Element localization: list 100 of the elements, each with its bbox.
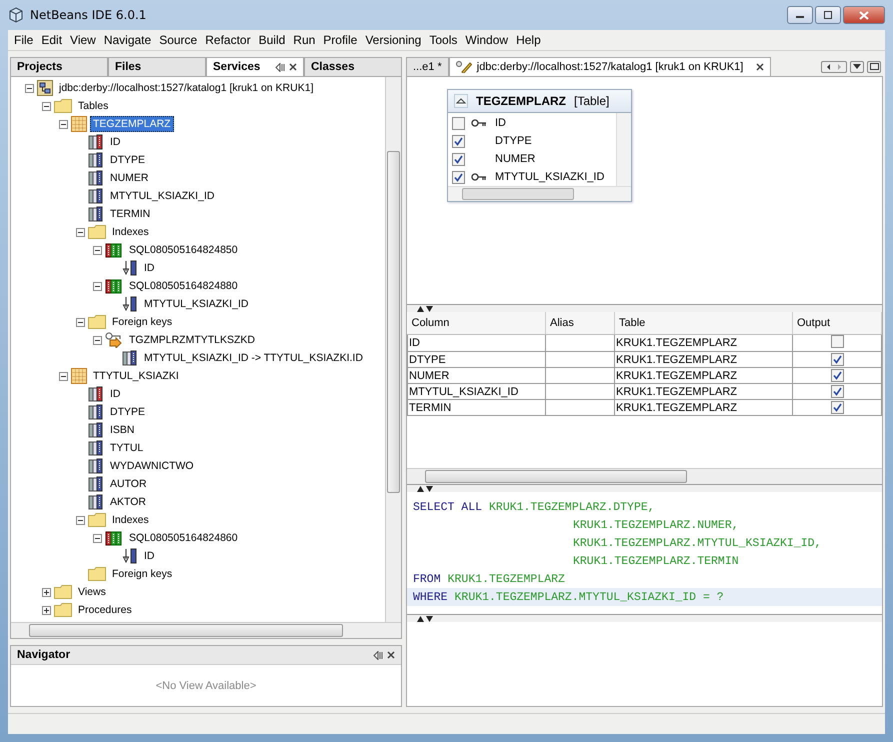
maximize-button[interactable]	[815, 6, 841, 24]
tree-item[interactable]: Indexes	[109, 224, 152, 240]
tree-item[interactable]: WYDAWNICTWO	[107, 458, 197, 474]
panel-tab[interactable]: Classes	[304, 57, 402, 76]
menu-item[interactable]: Navigate	[100, 33, 156, 47]
tree-item[interactable]: ID	[107, 386, 124, 402]
menu-item[interactable]: Tools	[425, 33, 462, 47]
menu-item[interactable]: Refactor	[201, 33, 255, 47]
tree-item[interactable]: SQL080505164824860	[126, 530, 241, 546]
column-header[interactable]: Alias	[546, 312, 614, 334]
minimize-icon[interactable]	[275, 62, 285, 72]
close-icon[interactable]	[387, 650, 395, 658]
column-header[interactable]: Output	[792, 312, 882, 334]
minus-box-icon[interactable]	[59, 372, 68, 380]
column-header[interactable]: Table	[614, 312, 792, 334]
tree-item[interactable]: Procedures	[75, 602, 135, 618]
vertical-scrollbar[interactable]	[385, 77, 401, 622]
minus-box-icon[interactable]	[76, 228, 85, 236]
menu-item[interactable]: Versioning	[361, 33, 426, 47]
key-icon	[471, 173, 487, 181]
horizontal-scrollbar[interactable]	[448, 186, 631, 201]
tree-item[interactable]: Foreign keys	[109, 314, 176, 330]
tree-item[interactable]: TYTUL	[107, 440, 146, 456]
tree-item[interactable]: jdbc:derby://localhost:1527/katalog1 [kruk1 on KRUK1]	[56, 80, 316, 96]
tree-item[interactable]: AKTOR	[107, 494, 149, 510]
minus-box-icon[interactable]	[93, 246, 102, 254]
tree-item[interactable]: AUTOR	[107, 476, 150, 492]
checkbox[interactable]	[830, 335, 844, 348]
tree-item[interactable]: NUMER	[107, 170, 152, 186]
close-icon[interactable]	[289, 62, 297, 70]
panel-tab[interactable]: Projects	[10, 57, 108, 76]
minimize-button[interactable]	[787, 6, 813, 24]
tree-item[interactable]: Views	[75, 584, 109, 600]
scroll-tabs-button[interactable]	[821, 60, 847, 72]
editor-tab[interactable]: ...e1 *	[406, 57, 449, 76]
tree-item[interactable]: ISBN	[107, 422, 138, 438]
tree-item[interactable]: MTYTUL_KSIAZKI_ID	[141, 296, 252, 312]
splitter-arrows-icon[interactable]	[417, 486, 433, 492]
checkbox[interactable]	[830, 400, 844, 414]
splitter-arrows-icon[interactable]	[417, 306, 433, 312]
checkbox[interactable]	[452, 170, 465, 184]
editor-tab[interactable]: jdbc:derby://localhost:1527/katalog1 [kruk1 on KRUK1]	[448, 57, 772, 76]
minus-box-icon[interactable]	[93, 282, 102, 290]
panel-tab[interactable]: Files	[108, 57, 206, 76]
checkbox[interactable]	[452, 116, 465, 130]
plus-box-icon[interactable]	[42, 606, 51, 614]
tree-item[interactable]: DTYPE	[107, 152, 148, 168]
tree-item[interactable]: SQL080505164824880	[126, 278, 241, 294]
checkbox[interactable]	[452, 152, 465, 166]
checkbox[interactable]	[830, 352, 844, 366]
menu-item[interactable]: Window	[461, 33, 512, 47]
panel-tab[interactable]: Services	[206, 57, 304, 76]
tree-item[interactable]: TEGZEMPLARZ	[90, 116, 174, 132]
tree-item[interactable]: DTYPE	[107, 404, 148, 420]
folder-icon	[88, 513, 106, 527]
dropdown-button[interactable]	[850, 60, 864, 72]
close-button[interactable]	[843, 6, 885, 24]
close-icon[interactable]	[756, 63, 764, 71]
minus-box-icon[interactable]	[76, 516, 85, 524]
horizontal-scrollbar[interactable]	[407, 468, 882, 484]
minimize-icon[interactable]	[373, 650, 383, 660]
maximize-button[interactable]	[867, 60, 881, 72]
tree-item[interactable]: Indexes	[109, 512, 152, 528]
column-name: DTYPE	[495, 135, 532, 147]
tree-item[interactable]: TTYTUL_KSIAZKI	[90, 368, 182, 384]
tree-item[interactable]: MTYTUL_KSIAZKI_ID -> TTYTUL_KSIAZKI.ID	[141, 350, 366, 366]
minus-box-icon[interactable]	[25, 84, 34, 92]
minus-box-icon[interactable]	[42, 102, 51, 110]
tree-item[interactable]: TGZMPLRZMTYTLKSZKD	[126, 332, 258, 348]
menu-item[interactable]: View	[66, 33, 100, 47]
splitter-arrows-icon[interactable]	[417, 616, 433, 622]
menu-item[interactable]: Run	[289, 33, 320, 47]
vertical-scrollbar[interactable]	[616, 113, 631, 186]
checkbox[interactable]	[452, 134, 465, 148]
menu-item[interactable]: Source	[155, 33, 202, 47]
tree-item[interactable]: Tables	[75, 98, 112, 114]
menu-item[interactable]: Build	[254, 33, 290, 47]
tree-item[interactable]: MTYTUL_KSIAZKI_ID	[107, 188, 218, 204]
checkbox[interactable]	[830, 368, 844, 382]
table-card[interactable]: TEGZEMPLARZ [Table] ID DTYPE NUMER MTYTUL_KSIAZKI_ID	[447, 89, 632, 202]
column-header[interactable]: Column	[408, 312, 546, 334]
menu-item[interactable]: Profile	[319, 33, 362, 47]
minus-box-icon[interactable]	[76, 318, 85, 326]
checkbox[interactable]	[830, 384, 844, 398]
tree-item[interactable]: ID	[141, 548, 158, 564]
menu-item[interactable]: Edit	[37, 33, 66, 47]
column-icon	[88, 206, 104, 222]
tree-item[interactable]: ID	[141, 260, 158, 276]
horizontal-scrollbar[interactable]	[11, 622, 401, 638]
menu-item[interactable]: File	[10, 33, 38, 47]
tree-item[interactable]: TERMIN	[107, 206, 154, 222]
minus-box-icon[interactable]	[93, 336, 102, 344]
plus-box-icon[interactable]	[42, 588, 51, 596]
collapse-icon[interactable]	[454, 94, 468, 108]
menu-item[interactable]: Help	[512, 33, 545, 47]
tree-item[interactable]: Foreign keys	[109, 566, 176, 582]
minus-box-icon[interactable]	[93, 534, 102, 542]
tree-item[interactable]: ID	[107, 134, 124, 150]
tree-item[interactable]: SQL080505164824850	[126, 242, 241, 258]
minus-box-icon[interactable]	[59, 120, 68, 128]
